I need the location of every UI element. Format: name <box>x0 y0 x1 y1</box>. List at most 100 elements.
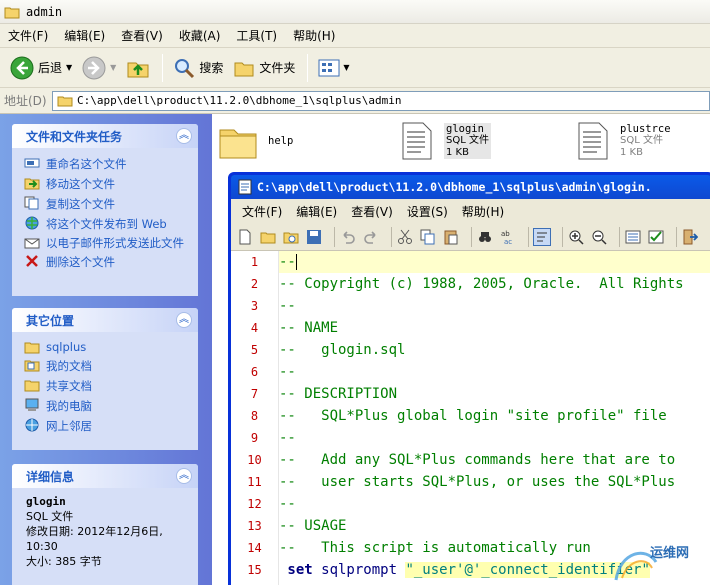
file-item-help[interactable]: help <box>218 122 293 160</box>
copy-icon[interactable] <box>420 229 436 245</box>
place-my-computer[interactable]: 我的电脑 <box>24 398 198 414</box>
editor-menu-help[interactable]: 帮助(H) <box>455 203 511 220</box>
menu-view[interactable]: 查看(V) <box>113 27 171 44</box>
search-button[interactable]: 搜索 <box>169 52 227 84</box>
editor-window: C:\app\dell\product\11.2.0\dbhome_1\sqlp… <box>228 172 710 585</box>
globe-icon <box>25 216 39 230</box>
computer-icon <box>25 398 39 411</box>
editor-body[interactable]: 1 2 3 4 5 6 7 8 9 10 11 12 13 14 15 -- -- Copyright (c)… <box>231 251 710 585</box>
back-arrow-icon <box>10 56 34 79</box>
title-bar: admin <box>0 0 710 24</box>
collapse-chevron-icon[interactable]: ︽ <box>176 128 192 144</box>
task-pane: 文件和文件夹任务 ︽ 重命名这个文件 移动这个文件 复制这个文件 将这个文件发布… <box>0 114 212 585</box>
other-places-header[interactable]: 其它位置 ︽ <box>12 308 198 332</box>
details-modified: 修改日期: 2012年12月6日, 10:30 <box>26 525 163 553</box>
svg-text:ac: ac <box>504 238 512 245</box>
options-icon[interactable] <box>625 229 641 245</box>
place-sqlplus[interactable]: sqlplus <box>24 340 198 354</box>
toolbar-separator <box>162 53 164 82</box>
place-my-documents[interactable]: 我的文档 <box>24 358 198 374</box>
comment-text: -- <box>279 496 296 512</box>
task-move[interactable]: 移动这个文件 <box>24 176 198 192</box>
code-area[interactable]: -- -- Copyright (c) 1988, 2005, Oracle. A… <box>279 251 710 585</box>
task-email-label: 以电子邮件形式发送此文件 <box>46 236 184 250</box>
folders-button[interactable]: 文件夹 <box>229 52 299 84</box>
folder-icon <box>57 96 73 106</box>
replace-icon[interactable]: abac <box>500 229 516 245</box>
comment-text: -- <box>279 298 296 314</box>
exit-icon[interactable] <box>682 229 698 245</box>
new-file-icon[interactable] <box>237 229 253 245</box>
task-rename-label: 重命名这个文件 <box>46 157 127 171</box>
zoom-out-icon[interactable] <box>591 229 607 245</box>
open-folder-icon[interactable] <box>260 229 276 245</box>
shared-documents-icon <box>24 380 40 392</box>
code-line: -- glogin.sql <box>279 339 710 361</box>
place-shared-documents[interactable]: 共享文档 <box>24 378 198 394</box>
search-label: 搜索 <box>199 61 224 75</box>
sql-file-icon <box>402 122 432 160</box>
comment-text: -- Add any SQL*Plus commands here that a… <box>279 452 676 468</box>
reload-icon[interactable] <box>283 229 299 245</box>
comment-text: -- Copyright (c) 1988, 2005, Oracle. All… <box>279 276 684 292</box>
file-item-plustrce[interactable]: plustrce SQL 文件 1 KB <box>576 120 671 162</box>
line-number: 3 <box>250 299 259 313</box>
folder-up-icon <box>127 62 149 77</box>
details-header[interactable]: 详细信息 ︽ <box>12 464 198 488</box>
collapse-chevron-icon[interactable]: ︽ <box>176 468 192 484</box>
checklist-icon[interactable] <box>648 229 664 245</box>
word-wrap-icon[interactable] <box>533 227 551 246</box>
details-panel: 详细信息 ︽ glogin SQL 文件 修改日期: 2012年12月6日, 1… <box>12 464 198 585</box>
menu-help[interactable]: 帮助(H) <box>285 27 343 44</box>
views-dropdown-icon[interactable]: ▼ <box>343 63 349 72</box>
menu-tools[interactable]: 工具(T) <box>228 27 285 44</box>
address-path: C:\app\dell\product\11.2.0\dbhome_1\sqlp… <box>77 94 402 107</box>
comment-text: -- NAME <box>279 320 339 336</box>
task-delete[interactable]: 删除这个文件 <box>24 254 198 270</box>
cut-icon[interactable] <box>397 229 413 245</box>
editor-menu-edit[interactable]: 编辑(E) <box>289 203 344 220</box>
up-button[interactable] <box>122 52 154 84</box>
undo-icon[interactable] <box>340 229 356 245</box>
my-documents-icon <box>24 360 40 372</box>
paste-icon[interactable] <box>443 229 459 245</box>
editor-menu-settings[interactable]: 设置(S) <box>400 203 455 220</box>
task-copy[interactable]: 复制这个文件 <box>24 196 198 212</box>
task-rename[interactable]: 重命名这个文件 <box>24 156 198 172</box>
back-dropdown-icon[interactable]: ▼ <box>66 63 72 72</box>
address-input[interactable]: C:\app\dell\product\11.2.0\dbhome_1\sqlp… <box>52 90 710 111</box>
file-tasks-panel: 文件和文件夹任务 ︽ 重命名这个文件 移动这个文件 复制这个文件 将这个文件发布… <box>12 124 198 296</box>
details-file-name: glogin <box>26 495 66 508</box>
views-icon <box>318 59 340 76</box>
place-network[interactable]: 网上邻居 <box>24 418 198 434</box>
menu-edit[interactable]: 编辑(E) <box>56 27 113 44</box>
zoom-in-icon[interactable] <box>568 229 584 245</box>
editor-menu-view[interactable]: 查看(V) <box>344 203 400 220</box>
file-tasks-header[interactable]: 文件和文件夹任务 ︽ <box>12 124 198 148</box>
back-button[interactable]: 后退 ▼ <box>6 52 76 84</box>
collapse-chevron-icon[interactable]: ︽ <box>176 312 192 328</box>
task-email[interactable]: 以电子邮件形式发送此文件 <box>24 236 198 250</box>
task-publish-web[interactable]: 将这个文件发布到 Web <box>24 216 198 232</box>
forward-button[interactable]: ▼ <box>78 52 120 84</box>
menu-favorites[interactable]: 收藏(A) <box>171 27 229 44</box>
save-icon[interactable] <box>306 229 322 245</box>
code-line: -- <box>279 361 710 383</box>
editor-title-bar[interactable]: C:\app\dell\product\11.2.0\dbhome_1\sqlp… <box>231 175 710 199</box>
menu-file[interactable]: 文件(F) <box>0 27 56 44</box>
explorer-window: admin 文件(F) 编辑(E) 查看(V) 收藏(A) 工具(T) 帮助(H… <box>0 0 710 585</box>
watermark-text: 运维网 <box>650 546 690 561</box>
file-item-glogin[interactable]: glogin SQL 文件 1 KB <box>400 120 491 162</box>
code-line: -- Copyright (c) 1988, 2005, Oracle. All… <box>279 273 710 295</box>
redo-icon[interactable] <box>363 229 379 245</box>
editor-menu-file[interactable]: 文件(F) <box>235 203 289 220</box>
forward-dropdown-icon[interactable]: ▼ <box>110 63 116 72</box>
find-icon[interactable] <box>477 229 493 245</box>
toolbar-separator <box>562 226 563 247</box>
toolbar-separator <box>307 53 309 82</box>
views-button[interactable]: ▼ <box>314 52 353 84</box>
file-name: help <box>268 135 294 147</box>
sql-file-icon <box>578 122 608 160</box>
delete-x-icon <box>26 255 38 267</box>
place-my-documents-label: 我的文档 <box>46 359 92 373</box>
